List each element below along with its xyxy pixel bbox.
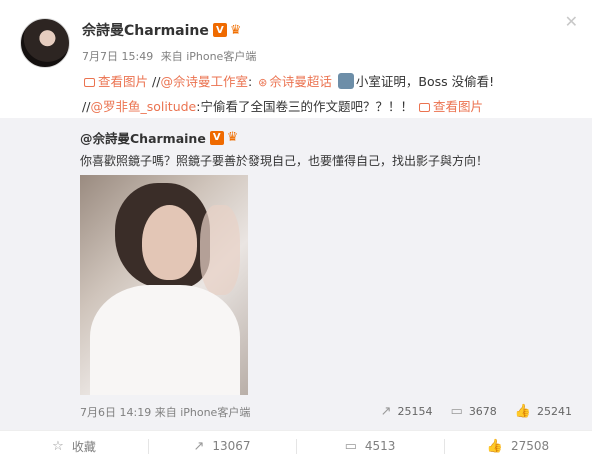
verified-icon: V bbox=[209, 130, 224, 145]
author-name[interactable]: 佘詩曼Charmaine bbox=[82, 20, 209, 40]
forward-icon: ↗ bbox=[380, 404, 392, 419]
avatar[interactable] bbox=[20, 18, 70, 68]
supertopic-icon: ⊛ bbox=[258, 76, 268, 89]
photo-face bbox=[142, 205, 197, 280]
repost-actions: ↗ 25154 ▭ 3678 👍 25241 bbox=[381, 404, 572, 419]
post-text-2: :宁偷看了全国卷三的作文题吧？？！！ bbox=[196, 99, 413, 114]
verified-icon: V bbox=[212, 23, 227, 37]
vip-icon: ♛ bbox=[226, 130, 239, 145]
post-text-1: 小室证明，Boss 没偷看! bbox=[355, 74, 495, 89]
repost-button[interactable]: ↗ 13067 bbox=[148, 431, 296, 461]
repost-header: @佘詩曼Charmaine V ♛ bbox=[80, 128, 238, 147]
comment-button[interactable]: ▭ 4513 bbox=[296, 431, 444, 461]
post-date[interactable]: 7月7日 15:49 bbox=[82, 50, 153, 63]
comment-icon: ▭ bbox=[344, 438, 357, 454]
supertopic-link[interactable]: 佘诗曼超话 bbox=[269, 74, 332, 89]
comment-icon: ▭ bbox=[450, 404, 463, 419]
like-button[interactable]: 👍 27508 bbox=[444, 431, 592, 461]
image-icon bbox=[418, 103, 430, 112]
vip-icon: ♛ bbox=[229, 22, 242, 38]
photo-shoulder bbox=[90, 285, 240, 395]
repost-author[interactable]: @佘詩曼Charmaine bbox=[80, 128, 206, 147]
reposted-weibo: @佘詩曼Charmaine V ♛ 你喜歡照鏡子嗎？照鏡子要善於發現自己，也要懂… bbox=[0, 118, 592, 430]
mention-link[interactable]: @佘诗曼工作室 bbox=[160, 74, 248, 89]
repost-forward-count: 25154 bbox=[397, 405, 433, 418]
repost-like-count: 25241 bbox=[537, 405, 572, 418]
post-header: 佘詩曼Charmaine V ♛ bbox=[82, 20, 242, 40]
post-source: 来自 iPhone客户端 bbox=[160, 50, 257, 63]
repost-forward-button[interactable]: ↗ 25154 bbox=[381, 404, 433, 419]
favorite-button[interactable]: ☆ 收藏 bbox=[0, 431, 148, 461]
repost-text: 你喜歡照鏡子嗎？照鏡子要善於發現自己，也要懂得自己，找出影子與方向！ bbox=[80, 154, 489, 168]
like-count: 27508 bbox=[511, 439, 550, 453]
repost-date[interactable]: 7月6日 14:19 bbox=[80, 406, 151, 419]
view-image-link[interactable]: 查看图片 bbox=[433, 99, 483, 114]
forward-icon: ↗ bbox=[193, 438, 205, 454]
favorite-label: 收藏 bbox=[71, 439, 96, 454]
post-text: 查看图片 //@佘诗曼工作室: ⊛ 佘诗曼超话 小室证明，Boss 没偷看! //… bbox=[82, 70, 582, 119]
repost-count: 13067 bbox=[212, 439, 251, 453]
thumbs-up-icon: 👍 bbox=[514, 404, 531, 419]
repost-source: 来自 iPhone客户端 bbox=[154, 406, 251, 419]
post-meta: 7月7日 15:49 来自 iPhone客户端 bbox=[82, 48, 260, 64]
star-icon: ☆ bbox=[52, 438, 64, 454]
colon: : bbox=[247, 74, 253, 89]
emoji-icon bbox=[337, 73, 354, 89]
repost-comment-button[interactable]: ▭ 3678 bbox=[451, 404, 497, 419]
view-image-link[interactable]: 查看图片 bbox=[98, 74, 148, 89]
repost-image[interactable] bbox=[80, 175, 248, 395]
action-bar: ☆ 收藏 ↗ 13067 ▭ 4513 👍 27508 bbox=[0, 430, 592, 461]
repost-comment-count: 3678 bbox=[468, 405, 497, 418]
repost-meta: 7月6日 14:19 来自 iPhone客户端 bbox=[80, 404, 250, 420]
close-icon[interactable]: ✕ bbox=[565, 12, 578, 31]
thumbs-up-icon: 👍 bbox=[486, 438, 503, 454]
comment-count: 4513 bbox=[364, 439, 396, 453]
image-icon bbox=[84, 78, 95, 87]
mention-link[interactable]: @罗非鱼_solitude bbox=[90, 99, 196, 114]
photo-reflection bbox=[200, 205, 240, 295]
repost-like-button[interactable]: 👍 25241 bbox=[515, 404, 572, 419]
